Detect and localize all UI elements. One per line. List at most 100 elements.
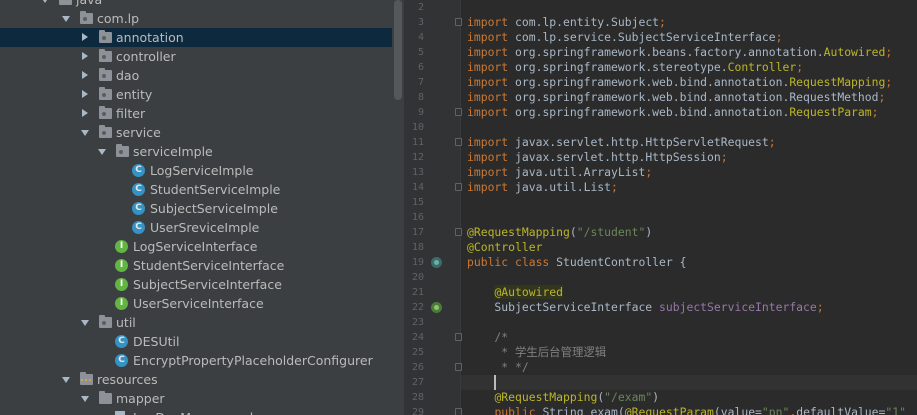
code-line[interactable]: * */ <box>467 360 528 375</box>
fold-marker-icon[interactable] <box>455 108 462 116</box>
code-line[interactable]: @Controller <box>467 240 542 255</box>
tree-item[interactable]: C UserSreviceImple <box>0 218 392 237</box>
code-line[interactable]: @RequestMapping("/student") <box>467 225 652 240</box>
tree-item[interactable]: mapper <box>0 389 392 408</box>
tree-item[interactable]: C DESUtil <box>0 332 392 351</box>
code-line[interactable]: import javax.servlet.http.HttpSession; <box>467 150 728 165</box>
tree-item[interactable]: filter <box>0 104 392 123</box>
line-number: 3 <box>417 17 424 28</box>
expand-arrow-icon[interactable] <box>80 123 90 142</box>
code-line[interactable]: import org.springframework.web.bind.anno… <box>467 105 878 120</box>
gutter-row: 5 <box>404 45 460 60</box>
tree-item[interactable]: serviceImple <box>0 142 392 161</box>
code-token: org.springframework.beans.factory.annota… <box>515 45 824 59</box>
folder-icon <box>99 391 112 404</box>
gutter-row: 26 <box>404 360 462 375</box>
code-editor[interactable]: 2 3 4 5 6 7 8 9 10 11 12 13 14 15 16 17 18 19 20 21 22 23 24 25… <box>404 0 917 415</box>
package-icon <box>99 87 112 100</box>
tree-item[interactable]: C EncryptPropertyPlaceholderConfigurer <box>0 351 392 370</box>
tree-item[interactable]: java <box>0 0 392 9</box>
collapse-arrow-icon[interactable] <box>80 85 90 104</box>
tree-item[interactable]: util <box>0 313 392 332</box>
code-token: public class <box>467 255 557 269</box>
spring-bean-icon[interactable] <box>431 257 442 268</box>
expand-arrow-icon[interactable] <box>80 313 90 332</box>
tree-item[interactable]: controller <box>0 47 392 66</box>
tree-item-label: controller <box>116 49 176 64</box>
code-line[interactable]: import java.util.List; <box>467 180 618 195</box>
code-token: java.util.ArrayList <box>515 165 646 179</box>
tree-item[interactable]: I UserServiceInterface <box>0 294 392 313</box>
fold-marker-icon[interactable] <box>455 363 462 371</box>
fold-marker-icon[interactable] <box>455 408 462 415</box>
expand-arrow-icon[interactable] <box>61 9 71 28</box>
code-token: java.util.List <box>515 180 612 194</box>
code-token: (value= <box>713 405 762 415</box>
fold-marker-icon[interactable] <box>455 228 462 236</box>
expand-arrow-icon[interactable] <box>80 389 90 408</box>
code-line[interactable]: import org.springframework.web.bind.anno… <box>467 75 892 90</box>
code-token: ; <box>871 105 879 119</box>
code-line[interactable]: import java.util.ArrayList; <box>467 165 652 180</box>
tree-item[interactable]: C SubjectServiceImple <box>0 199 392 218</box>
collapse-arrow-icon[interactable] <box>80 66 90 85</box>
fold-marker-icon[interactable] <box>455 333 462 341</box>
fold-marker-icon[interactable] <box>455 183 462 191</box>
code-token: @Autowired <box>494 285 564 299</box>
tree-item[interactable]: annotation <box>0 28 392 47</box>
tree-item[interactable]: I LogServiceInterface <box>0 237 392 256</box>
collapse-arrow-icon[interactable] <box>80 47 90 66</box>
fold-marker-icon[interactable] <box>455 18 462 26</box>
line-number: 19 <box>411 257 424 268</box>
code-token: ) <box>645 225 653 239</box>
line-number: 2 <box>417 2 424 13</box>
tree-item[interactable]: C StudentServiceImple <box>0 180 392 199</box>
gutter-row: 19 <box>404 255 460 270</box>
gutter-row: 22 <box>404 300 460 315</box>
tree-item[interactable]: dao <box>0 66 392 85</box>
fold-marker-icon[interactable] <box>455 138 462 146</box>
interface-icon: I <box>115 278 128 291</box>
tree-item-label: annotation <box>116 30 184 45</box>
code-token: /* <box>467 330 509 344</box>
code-line[interactable]: /* <box>467 330 508 345</box>
tree-scrollbar[interactable] <box>394 0 402 100</box>
tree-item[interactable]: I StudentServiceInterface <box>0 256 392 275</box>
code-line[interactable]: public class StudentController { <box>467 255 686 270</box>
code-line[interactable]: * 学生后台管理逻辑 <box>467 345 606 360</box>
expand-arrow-icon[interactable] <box>61 370 71 389</box>
code-line[interactable]: import com.lp.entity.Subject; <box>467 15 666 30</box>
tree-item[interactable]: resources <box>0 370 392 389</box>
expand-arrow-icon[interactable] <box>97 142 107 161</box>
code-token: import <box>467 75 516 89</box>
tree-item-label: entity <box>116 87 153 102</box>
gutter-row: 8 <box>404 90 460 105</box>
code-token: "/exam" <box>604 390 653 404</box>
class-icon: C <box>132 183 145 196</box>
tree-item[interactable]: service <box>0 123 392 142</box>
code-token: com.lp.service.SubjectServiceInterface <box>515 30 776 44</box>
line-number: 14 <box>411 182 424 193</box>
tree-item[interactable]: I SubjectServiceInterface <box>0 275 392 294</box>
expand-arrow-icon[interactable] <box>40 0 50 9</box>
code-token: "pn" <box>761 405 790 415</box>
gutter-row: 20 <box>404 270 460 285</box>
tree-item[interactable]: LogDaoMapper.xml <box>0 408 392 415</box>
code-line[interactable]: import com.lp.service.SubjectServiceInte… <box>467 30 782 45</box>
autowired-bean-icon[interactable] <box>431 302 442 313</box>
code-line[interactable]: @Autowired <box>467 285 564 300</box>
code-line[interactable]: import org.springframework.stereotype.Co… <box>467 60 803 75</box>
code-line[interactable]: SubjectServiceInterface subjectServiceIn… <box>467 300 823 315</box>
code-line[interactable]: public String exam(@RequestParam(value="… <box>467 405 906 415</box>
tree-item[interactable]: com.lp <box>0 9 392 28</box>
collapse-arrow-icon[interactable] <box>80 104 90 123</box>
code-line[interactable]: @RequestMapping("/exam") <box>467 390 659 405</box>
code-line[interactable]: import org.springframework.beans.factory… <box>467 45 892 60</box>
tree-item[interactable]: C LogServiceImple <box>0 161 392 180</box>
line-number: 27 <box>411 377 424 388</box>
code-line[interactable]: import org.springframework.web.bind.anno… <box>467 90 885 105</box>
tree-item[interactable]: entity <box>0 85 392 104</box>
tree-item-label: LogServiceInterface <box>133 239 258 254</box>
collapse-arrow-icon[interactable] <box>80 28 90 47</box>
code-line[interactable]: import javax.servlet.http.HttpServletReq… <box>467 135 776 150</box>
